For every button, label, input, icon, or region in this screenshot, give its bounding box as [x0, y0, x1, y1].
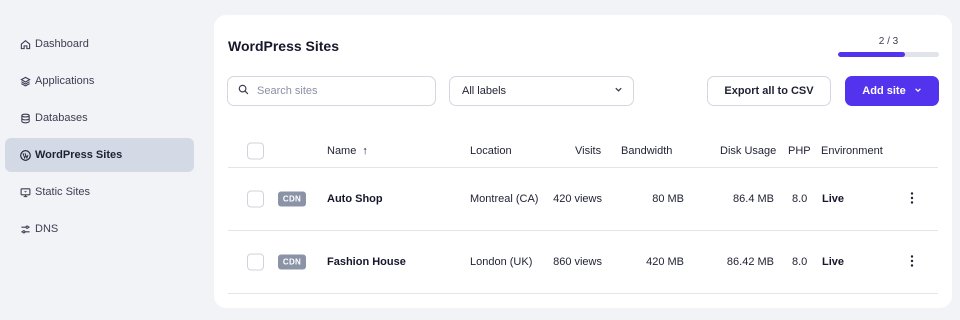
home-icon: [19, 38, 31, 50]
sort-ascending-icon: ↑: [362, 145, 368, 157]
site-name[interactable]: Auto Shop: [327, 193, 383, 205]
dns-icon: [19, 223, 31, 235]
sidebar: Dashboard Applications Databases WordPre…: [0, 0, 200, 320]
sidebar-item-dns[interactable]: DNS: [5, 212, 194, 246]
column-header-disk-usage: Disk Usage: [720, 145, 777, 157]
row-actions-button[interactable]: [904, 191, 920, 207]
add-site-label: Add site: [862, 85, 906, 97]
column-header-visits: Visits: [575, 145, 602, 157]
site-visits: 420 views: [553, 193, 602, 205]
site-usage-fill: [838, 52, 906, 57]
sidebar-item-wordpress-sites[interactable]: WordPress Sites: [5, 138, 194, 172]
column-header-name-label: Name: [327, 145, 357, 157]
row-actions-button[interactable]: [904, 254, 920, 270]
export-csv-button[interactable]: Export all to CSV: [707, 76, 831, 106]
table-divider: [228, 293, 938, 294]
database-icon: [19, 112, 31, 124]
column-header-name[interactable]: Name ↑: [327, 145, 368, 157]
site-location: Montreal (CA): [470, 193, 539, 205]
column-header-location: Location: [470, 145, 512, 157]
site-visits: 860 views: [553, 256, 602, 268]
search-input[interactable]: [257, 85, 427, 97]
site-environment: Live: [822, 256, 845, 268]
column-header-php: PHP: [788, 145, 811, 157]
site-disk-usage: 86.4 MB: [733, 193, 774, 205]
site-usage-bar: [838, 52, 939, 57]
sidebar-item-label: WordPress Sites: [35, 149, 123, 161]
site-bandwidth: 420 MB: [646, 256, 684, 268]
column-header-environment: Environment: [821, 145, 883, 157]
search-box[interactable]: [227, 76, 436, 106]
sidebar-item-label: Static Sites: [35, 186, 91, 198]
search-icon: [238, 82, 249, 100]
sidebar-item-label: Databases: [35, 112, 88, 124]
select-all-checkbox[interactable]: [247, 142, 264, 160]
row-checkbox[interactable]: [247, 253, 264, 271]
sidebar-item-label: Dashboard: [35, 38, 89, 50]
site-php-version: 8.0: [792, 256, 808, 268]
sites-panel: WordPress Sites 2 / 3 All labels Export …: [214, 15, 952, 308]
site-disk-usage: 86.42 MB: [726, 256, 774, 268]
site-environment: Live: [822, 193, 845, 205]
chevron-down-icon: [614, 85, 623, 97]
add-site-button[interactable]: Add site: [845, 76, 939, 106]
monitor-icon: [19, 186, 31, 198]
site-name[interactable]: Fashion House: [327, 256, 406, 268]
wordpress-icon: [19, 149, 31, 161]
site-location: London (UK): [470, 256, 533, 268]
sidebar-item-static-sites[interactable]: Static Sites: [5, 175, 194, 209]
more-vertical-icon: [910, 254, 914, 270]
table-row[interactable]: CDN Fashion House London (UK) 860 views …: [214, 231, 952, 293]
sidebar-item-databases[interactable]: Databases: [5, 101, 194, 135]
layers-icon: [19, 75, 31, 87]
site-bandwidth: 80 MB: [652, 193, 684, 205]
table-row[interactable]: CDN Auto Shop Montreal (CA) 420 views 80…: [214, 168, 952, 230]
chevron-down-icon: [906, 85, 922, 97]
export-csv-label: Export all to CSV: [724, 85, 814, 97]
label-filter-select[interactable]: All labels: [449, 76, 634, 106]
row-checkbox[interactable]: [247, 190, 264, 208]
more-vertical-icon: [910, 191, 914, 207]
cdn-badge: CDN: [278, 254, 306, 270]
table-header: Name ↑ Location Visits Bandwidth Disk Us…: [214, 133, 952, 169]
sidebar-item-label: Applications: [35, 75, 95, 87]
site-usage-meter: 2 / 3: [838, 36, 939, 57]
site-usage-label: 2 / 3: [878, 36, 899, 47]
label-filter-value: All labels: [462, 85, 507, 97]
sidebar-item-dashboard[interactable]: Dashboard: [5, 27, 194, 61]
column-header-bandwidth: Bandwidth: [621, 145, 673, 157]
sidebar-item-label: DNS: [35, 223, 59, 235]
sidebar-item-applications[interactable]: Applications: [5, 64, 194, 98]
site-php-version: 8.0: [792, 193, 808, 205]
cdn-badge: CDN: [278, 191, 306, 207]
page-title: WordPress Sites: [228, 38, 340, 54]
